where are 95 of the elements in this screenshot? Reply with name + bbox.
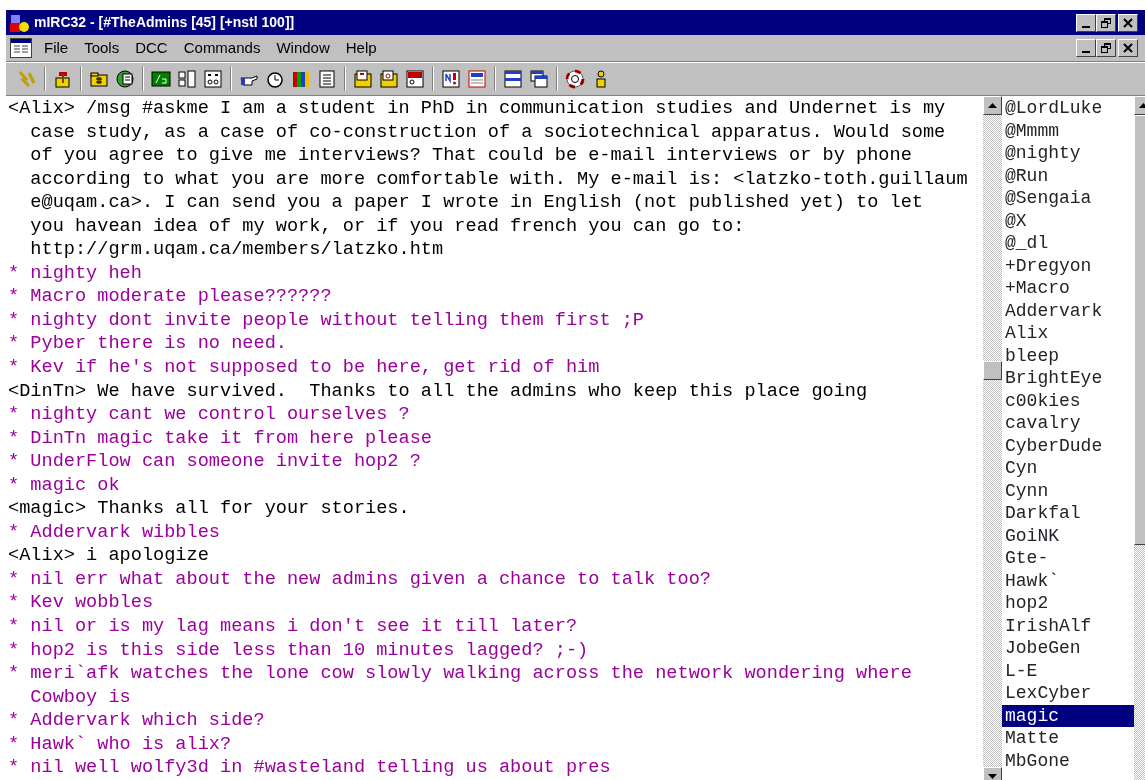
notify-list-icon[interactable] xyxy=(441,69,461,89)
minimize-button[interactable] xyxy=(1076,39,1096,57)
chat-folder-icon[interactable] xyxy=(379,69,399,89)
action-line: * nighty dont invite people without telling them first ;P xyxy=(8,308,645,333)
nick-item[interactable]: Hawk` xyxy=(1002,569,1134,592)
nick-item[interactable]: Cyn xyxy=(1002,457,1134,480)
nick-item[interactable]: +Dregyon xyxy=(1002,254,1134,277)
nick-item[interactable]: Alix xyxy=(1002,322,1134,345)
nick-item[interactable]: bleep xyxy=(1002,344,1134,367)
up-arrow-icon xyxy=(988,103,997,108)
chat-message: <DinTn> We have survived. Thanks to all the admins who keep this place going xyxy=(8,379,869,404)
menu-item[interactable]: Tools xyxy=(76,36,128,60)
restore-icon xyxy=(1101,17,1111,28)
action-line: * Kev wobbles xyxy=(8,591,155,616)
send-folder-icon[interactable] xyxy=(353,69,373,89)
nick-item[interactable]: c00kies xyxy=(1002,389,1134,412)
nick-item[interactable]: @Run xyxy=(1002,164,1134,187)
chat-message: <Alix> /msg #askme I am a student in PhD in communication studies and Undernet is my case study, as a case of co-construction of a sociotechnical apparatus. Would some of you agree to give me interviews? That could be e-mail interviews or by phone according to what you are more comfortable with. My e-mail is: <latzko-toth.guillaum e@uqam.ca>. I can send you a paper I wrote in English (not published yet) to let you havean idea of my work, or if you read french you can go to: http://grm.uqam.ca/members/latzko.htm xyxy=(8,97,969,262)
nick-item[interactable]: @_dl xyxy=(1002,232,1134,255)
action-line: * DinTn magic take it from here please xyxy=(8,426,433,451)
scroll-thumb[interactable] xyxy=(983,361,1002,380)
restore-button[interactable] xyxy=(1096,13,1116,32)
app-icon xyxy=(10,12,30,33)
nick-item[interactable]: MbGone xyxy=(1002,749,1134,772)
hammer-icon[interactable] xyxy=(53,69,73,89)
tile-windows-icon[interactable] xyxy=(503,69,523,89)
action-line: * Addervark which side? xyxy=(8,709,266,733)
action-line: * nil err what about the new admins given a chance to talk too? xyxy=(8,567,712,592)
nick-item[interactable]: @Sengaia xyxy=(1002,187,1134,210)
action-line: * magic ok xyxy=(8,473,121,498)
nick-item[interactable]: Addervark xyxy=(1002,299,1134,322)
nick-item[interactable]: @X xyxy=(1002,209,1134,232)
action-line: * nighty cant we control ourselves ? xyxy=(8,403,411,427)
nick-item[interactable]: Matte xyxy=(1002,727,1134,750)
nick-item[interactable]: BrightEye xyxy=(1002,367,1134,390)
globe-icon[interactable] xyxy=(115,69,135,89)
nick-item[interactable]: Darkfal xyxy=(1002,502,1134,525)
document-window-icon[interactable] xyxy=(10,38,32,58)
nick-item[interactable]: magic xyxy=(1002,704,1134,727)
nick-item[interactable]: IrishAlf xyxy=(1002,614,1134,637)
books-icon[interactable] xyxy=(291,69,311,89)
grid-icon[interactable] xyxy=(203,69,223,89)
action-line: * nil well wolfy3d in #wasteland telling us about pres xyxy=(8,756,612,780)
action-line: * Pyber there is no need. xyxy=(8,332,288,356)
notepad-icon[interactable] xyxy=(317,69,337,89)
alias-icon[interactable] xyxy=(151,69,171,89)
nick-item[interactable]: L-E xyxy=(1002,659,1134,682)
close-icon xyxy=(1123,43,1133,53)
scrollbar[interactable] xyxy=(983,96,1002,780)
minimize-button[interactable] xyxy=(1076,13,1096,32)
minimize-icon xyxy=(1082,25,1090,28)
action-line: * Hawk` who is alix? xyxy=(8,732,233,757)
action-line: * nighty heh xyxy=(8,261,143,286)
nick-item[interactable]: Cynn xyxy=(1002,479,1134,502)
nick-item[interactable]: LexCyber xyxy=(1002,682,1134,705)
blocks-icon[interactable] xyxy=(177,69,197,89)
action-line: * UnderFlow can someone invite hop2 ? xyxy=(8,450,422,474)
chat-message: <magic> Thanks all for your stories. xyxy=(8,497,411,521)
dcc-window-icon[interactable] xyxy=(405,69,425,89)
clock-icon[interactable] xyxy=(265,69,285,89)
window-title: mIRC32 - [#TheAdmins [45] [+nstl 100]] xyxy=(34,13,295,32)
down-arrow-icon xyxy=(988,774,997,779)
action-line: * nil or is my lag means i don't see it till later? xyxy=(8,615,579,639)
close-button[interactable] xyxy=(1118,39,1138,57)
nick-item[interactable]: GoiNK xyxy=(1002,524,1134,547)
nick-item[interactable]: cavalry xyxy=(1002,412,1134,435)
action-line: * Addervark wibbles xyxy=(8,520,221,545)
url-list-icon[interactable] xyxy=(467,69,487,89)
action-line: * meri`afk watches the lone cow slowly walking across the network wondering where Cowboy is xyxy=(8,662,913,710)
nick-item[interactable]: Gte- xyxy=(1002,547,1134,570)
nick-item[interactable]: CyberDude xyxy=(1002,434,1134,457)
action-line: * Kev if he's not supposed to be here, get rid of him xyxy=(8,356,601,380)
chat-message: <Alix> i apologize xyxy=(8,544,210,568)
restore-button[interactable] xyxy=(1096,39,1116,57)
menu-item[interactable]: Commands xyxy=(175,36,269,60)
nick-item[interactable]: +Macro xyxy=(1002,277,1134,300)
nick-item[interactable]: hop2 xyxy=(1002,592,1134,615)
folder-icon[interactable] xyxy=(89,69,109,89)
cascade-windows-icon[interactable] xyxy=(529,69,549,89)
nick-item[interactable]: @Mmmm xyxy=(1002,119,1134,142)
lifebuoy-icon[interactable] xyxy=(565,69,585,89)
minimize-icon xyxy=(1082,51,1090,53)
menu-item[interactable]: Window xyxy=(268,36,338,60)
nick-item[interactable]: JobeGen xyxy=(1002,637,1134,660)
close-icon xyxy=(1123,17,1133,28)
scroll-up-button[interactable] xyxy=(983,96,1002,115)
action-line: * hop2 is this side less than 10 minutes lagged? ;-) xyxy=(8,638,590,663)
menu-item[interactable]: File xyxy=(36,36,77,60)
nick-item[interactable]: @nighty xyxy=(1002,142,1134,165)
nick-item[interactable]: @LordLuke xyxy=(1002,97,1134,120)
close-button[interactable] xyxy=(1118,13,1138,32)
menu-item[interactable]: DCC xyxy=(127,36,176,60)
restore-icon xyxy=(1101,43,1111,53)
menu-item[interactable]: Help xyxy=(337,36,385,60)
action-line: * Macro moderate please?????? xyxy=(8,285,333,309)
